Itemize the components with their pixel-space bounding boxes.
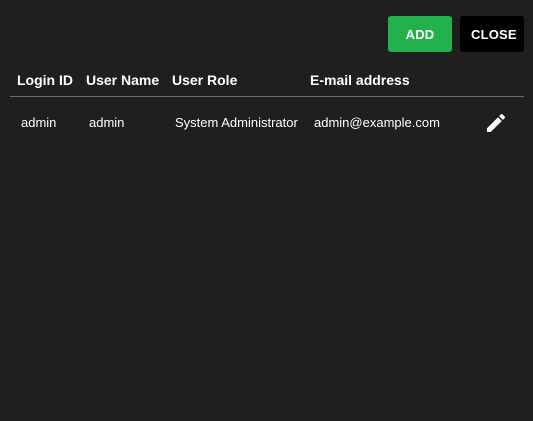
cell-login-id: admin	[21, 115, 57, 130]
cell-email: admin@example.com	[314, 115, 440, 130]
add-button[interactable]: ADD	[388, 16, 452, 52]
toolbar: ADD CLOSE	[388, 16, 524, 52]
column-header-user-name[interactable]: User Name	[86, 72, 159, 88]
cell-user-role: System Administrator	[175, 115, 298, 130]
column-header-email[interactable]: E-mail address	[310, 72, 410, 88]
column-header-user-role[interactable]: User Role	[172, 72, 237, 88]
table-header: Login ID User Name User Role E-mail addr…	[10, 64, 524, 97]
table-row: admin admin System Administrator admin@e…	[10, 97, 524, 147]
cell-user-name: admin	[89, 115, 125, 130]
close-button[interactable]: CLOSE	[460, 16, 524, 52]
users-table: Login ID User Name User Role E-mail addr…	[10, 64, 524, 147]
edit-icon[interactable]	[484, 111, 508, 135]
column-header-login-id[interactable]: Login ID	[17, 72, 73, 88]
